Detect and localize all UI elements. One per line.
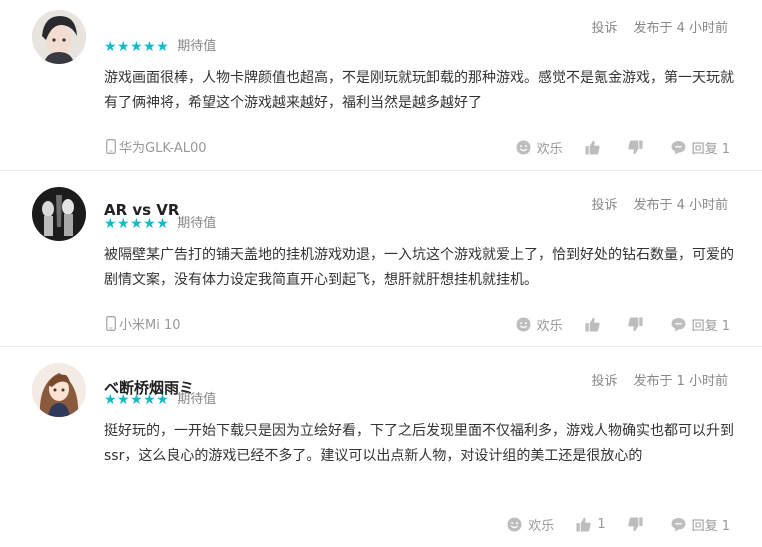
like-button[interactable]: 1 bbox=[576, 517, 606, 532]
review-meta: 投诉 发布于 1 小时前 bbox=[591, 370, 728, 389]
report-button[interactable]: 投诉 bbox=[591, 17, 617, 36]
smile-icon bbox=[507, 517, 522, 532]
star-rating: ★★★★★ bbox=[104, 216, 170, 232]
device-info: 小米Mi 10 bbox=[106, 314, 181, 333]
device-name: 小米Mi 10 bbox=[119, 318, 181, 333]
review-meta: 投诉 发布于 4 小时前 bbox=[591, 194, 728, 213]
avatar[interactable] bbox=[32, 10, 86, 64]
review-content: 挺好玩的，一开始下载只是因为立绘好看，下了之后发现里面不仅福利多，游戏人物确实也… bbox=[104, 423, 734, 464]
happy-label: 欢乐 bbox=[536, 142, 563, 157]
review-item: ★★★★★ 期待值 投诉 发布于 4 小时前 游戏画面很棒，人物卡牌颜值也超高，… bbox=[0, 0, 762, 171]
rating: ★★★★★ 期待值 bbox=[104, 38, 216, 56]
post-time: 发布于 1 小时前 bbox=[633, 374, 728, 389]
dislike-button[interactable] bbox=[627, 317, 649, 332]
review-content: 游戏画面很棒，人物卡牌颜值也超高，不是刚玩就玩卸载的那种游戏。感觉不是氪金游戏，… bbox=[104, 70, 734, 111]
post-time: 发布于 4 小时前 bbox=[633, 198, 728, 213]
thumbs-down-icon bbox=[627, 517, 643, 532]
happy-label: 欢乐 bbox=[536, 319, 563, 334]
device-info: 华为GLK-AL00 bbox=[106, 137, 207, 156]
comment-icon bbox=[671, 140, 686, 155]
reply-button[interactable]: 回复 1 bbox=[671, 138, 730, 157]
happy-button[interactable]: 欢乐 bbox=[516, 138, 563, 157]
happy-button[interactable]: 欢乐 bbox=[516, 315, 563, 334]
rating-label: 期待值 bbox=[177, 216, 217, 231]
review-list: ★★★★★ 期待值 投诉 发布于 4 小时前 游戏画面很棒，人物卡牌颜值也超高，… bbox=[0, 0, 762, 547]
reply-label: 回复 1 bbox=[691, 142, 730, 157]
avatar[interactable] bbox=[32, 363, 86, 417]
comment-icon bbox=[671, 317, 686, 332]
reply-button[interactable]: 回复 1 bbox=[671, 515, 730, 534]
avatar[interactable] bbox=[32, 187, 86, 241]
star-rating: ★★★★★ bbox=[104, 392, 170, 408]
like-button[interactable] bbox=[585, 140, 606, 155]
rating-label: 期待值 bbox=[177, 392, 217, 407]
thumbs-down-icon bbox=[627, 317, 643, 332]
rating: ★★★★★ 期待值 bbox=[104, 391, 216, 409]
review-content: 被隔壁某广告打的铺天盖地的挂机游戏劝退，一入坑这个游戏就爱上了，恰到好处的钻石数… bbox=[104, 247, 734, 288]
star-rating: ★★★★★ bbox=[104, 39, 170, 55]
phone-icon bbox=[106, 316, 116, 331]
happy-label: 欢乐 bbox=[528, 519, 555, 534]
reply-label: 回复 1 bbox=[691, 519, 730, 534]
dislike-button[interactable] bbox=[627, 140, 649, 155]
review-actions: 欢乐 1 回复 1 bbox=[485, 515, 730, 534]
smile-icon bbox=[516, 140, 531, 155]
rating: ★★★★★ 期待值 bbox=[104, 215, 216, 233]
review-item: ベ断桥烟雨ミ ★★★★★ 期待值 投诉 发布于 1 小时前 挺好玩的，一开始下载… bbox=[0, 353, 762, 547]
thumbs-up-icon bbox=[585, 317, 600, 332]
dislike-button[interactable] bbox=[627, 517, 649, 532]
device-name: 华为GLK-AL00 bbox=[119, 141, 207, 156]
review-item: AR vs VR ★★★★★ 期待值 投诉 发布于 4 小时前 被隔壁某广告打的… bbox=[0, 177, 762, 347]
review-actions: 欢乐 回复 1 bbox=[494, 315, 730, 334]
review-actions: 欢乐 回复 1 bbox=[494, 138, 730, 157]
reply-label: 回复 1 bbox=[691, 319, 730, 334]
smile-icon bbox=[516, 317, 531, 332]
comment-icon bbox=[671, 517, 686, 532]
phone-icon bbox=[106, 139, 116, 154]
report-button[interactable]: 投诉 bbox=[591, 370, 617, 389]
like-count: 1 bbox=[597, 517, 606, 532]
thumbs-up-icon bbox=[585, 140, 600, 155]
reply-button[interactable]: 回复 1 bbox=[671, 315, 730, 334]
report-button[interactable]: 投诉 bbox=[591, 194, 617, 213]
post-time: 发布于 4 小时前 bbox=[633, 21, 728, 36]
like-button[interactable] bbox=[585, 317, 606, 332]
rating-label: 期待值 bbox=[177, 39, 217, 54]
happy-button[interactable]: 欢乐 bbox=[507, 515, 554, 534]
review-meta: 投诉 发布于 4 小时前 bbox=[591, 17, 728, 36]
thumbs-down-icon bbox=[627, 140, 643, 155]
thumbs-up-icon bbox=[576, 517, 591, 532]
